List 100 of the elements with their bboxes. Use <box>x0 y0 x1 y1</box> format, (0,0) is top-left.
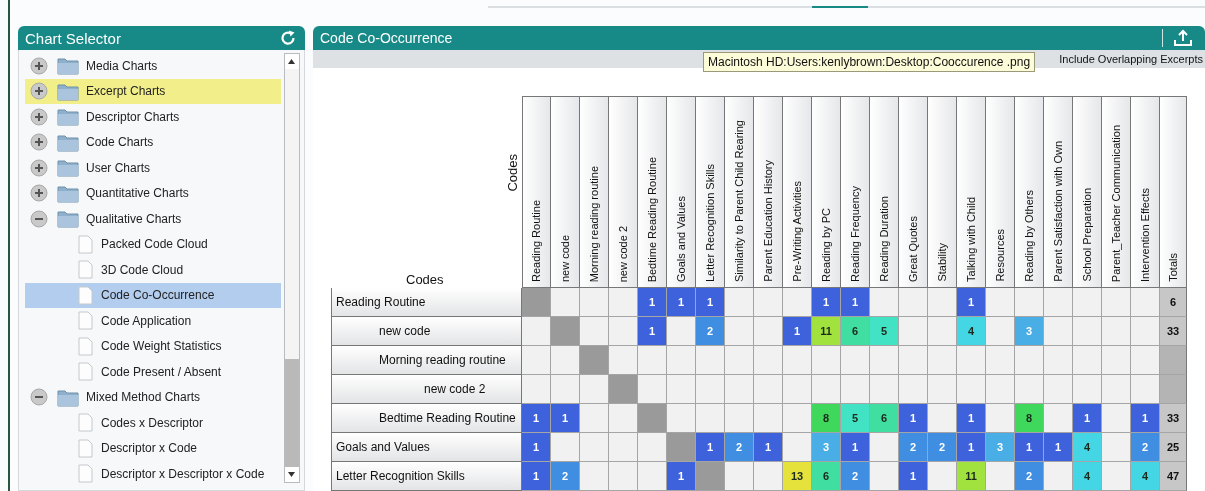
table-cell <box>580 375 609 404</box>
table-cell: 4 <box>1073 462 1102 491</box>
tree-label: Code Present / Absent <box>101 364 222 379</box>
tree-item[interactable]: Descriptor x Code <box>25 435 281 461</box>
tree-item[interactable]: Qualitative Charts <box>25 206 281 232</box>
tree-item[interactable]: Media Charts <box>25 53 281 79</box>
table-cell: 1 <box>638 317 667 346</box>
column-header: Resources <box>986 96 1015 288</box>
panel-title: Chart Selector <box>25 29 122 47</box>
table-cell <box>609 288 638 317</box>
table-cell <box>1073 346 1102 375</box>
table-cell <box>986 375 1015 404</box>
table-cell: 2 <box>1015 462 1044 491</box>
expand-icon[interactable] <box>30 107 48 126</box>
table-cell: 1 <box>638 288 667 317</box>
upload-icon[interactable] <box>1173 29 1193 47</box>
tree-item[interactable]: Quantitative Charts <box>25 180 281 206</box>
tree-item[interactable]: Excerpt Charts <box>25 78 281 104</box>
column-header: Pre-Writing Activities <box>783 96 812 288</box>
folder-icon <box>57 387 79 407</box>
document-icon <box>78 438 93 458</box>
column-header: Similarity to Parent Child Rearing <box>725 96 754 288</box>
expand-icon[interactable] <box>30 133 48 152</box>
column-header: Bedtime Reading Routine <box>638 96 667 288</box>
table-cell: 1 <box>783 317 812 346</box>
table-cell <box>1015 346 1044 375</box>
column-header: Morning reading routine <box>580 96 609 288</box>
expand-icon[interactable] <box>30 184 48 203</box>
diagonal-cell <box>580 346 609 375</box>
table-cell: 11 <box>957 462 986 491</box>
table-cell: 5 <box>841 404 870 433</box>
tree-label: 3D Code Cloud <box>101 262 184 277</box>
tree-item[interactable]: Packed Code Cloud <box>25 231 281 257</box>
column-header: Reading Frequency <box>841 96 870 288</box>
expand-icon[interactable] <box>30 158 48 177</box>
table-cell <box>580 317 609 346</box>
table-cell <box>754 375 783 404</box>
column-header: Parent_Teacher Communication <box>1102 96 1131 288</box>
table-cell <box>928 462 957 491</box>
table-cell <box>667 317 696 346</box>
diagonal-cell <box>667 433 696 462</box>
tree-item[interactable]: Codes x Descriptor <box>25 410 281 436</box>
table-cell <box>1131 346 1160 375</box>
document-icon <box>78 234 93 254</box>
table-cell <box>1131 288 1160 317</box>
tree-label: Descriptor x Code <box>101 441 198 456</box>
scrollbar-thumb[interactable] <box>285 359 299 467</box>
table-cell: 8 <box>1015 404 1044 433</box>
diagonal-cell <box>638 404 667 433</box>
table-cell <box>986 404 1015 433</box>
refresh-icon[interactable] <box>279 29 297 47</box>
table-cell <box>609 346 638 375</box>
table-cell: 3 <box>1015 317 1044 346</box>
scrollbar[interactable] <box>284 53 300 483</box>
option-label[interactable]: Include Overlapping Excerpts <box>1059 53 1203 65</box>
collapse-icon[interactable] <box>30 388 48 407</box>
table-cell <box>580 404 609 433</box>
table-cell <box>812 346 841 375</box>
tree-item[interactable]: Code Application <box>25 308 281 334</box>
table-cell: 11 <box>812 317 841 346</box>
table-cell <box>870 462 899 491</box>
tree-item[interactable]: Code Charts <box>25 129 281 155</box>
expand-icon[interactable] <box>30 56 48 75</box>
column-axis-title: Codes <box>505 154 520 192</box>
tree-item[interactable]: Mixed Method Charts <box>25 384 281 410</box>
table-cell: 6 <box>870 404 899 433</box>
tree-item[interactable]: Code Present / Absent <box>25 359 281 385</box>
table-cell: 1 <box>957 433 986 462</box>
expand-icon[interactable] <box>30 82 48 101</box>
table-cell <box>1102 433 1131 462</box>
table-cell: 13 <box>783 462 812 491</box>
tree-item[interactable]: Descriptor x Descriptor x Code <box>25 461 281 487</box>
table-cell <box>1015 288 1044 317</box>
tree-item[interactable]: User Charts <box>25 155 281 181</box>
column-header: Stability <box>928 96 957 288</box>
table-cell <box>638 375 667 404</box>
document-icon <box>78 311 93 331</box>
table-cell: 8 <box>812 404 841 433</box>
table-cell <box>1073 288 1102 317</box>
table-cell <box>870 346 899 375</box>
table-cell <box>957 346 986 375</box>
tree-label: Code Charts <box>86 135 154 150</box>
table-cell <box>1131 317 1160 346</box>
column-header: Reading Duration <box>870 96 899 288</box>
folder-icon <box>57 183 79 203</box>
table-cell <box>638 462 667 491</box>
table-cell <box>609 404 638 433</box>
tree-item[interactable]: Code Weight Statistics <box>25 333 281 359</box>
tree-item[interactable]: Code Co-Occurrence <box>25 282 281 308</box>
document-icon <box>78 362 93 382</box>
diagonal-cell <box>696 462 725 491</box>
table-cell <box>1044 462 1073 491</box>
tree-item[interactable]: 3D Code Cloud <box>25 257 281 283</box>
diagonal-cell <box>609 375 638 404</box>
table-cell <box>551 375 580 404</box>
collapse-icon[interactable] <box>30 209 48 228</box>
tree-label: Codes x Descriptor <box>101 415 204 430</box>
total-cell: 6 <box>1160 288 1187 317</box>
tree-item[interactable]: Descriptor Charts <box>25 104 281 130</box>
table-cell <box>638 433 667 462</box>
